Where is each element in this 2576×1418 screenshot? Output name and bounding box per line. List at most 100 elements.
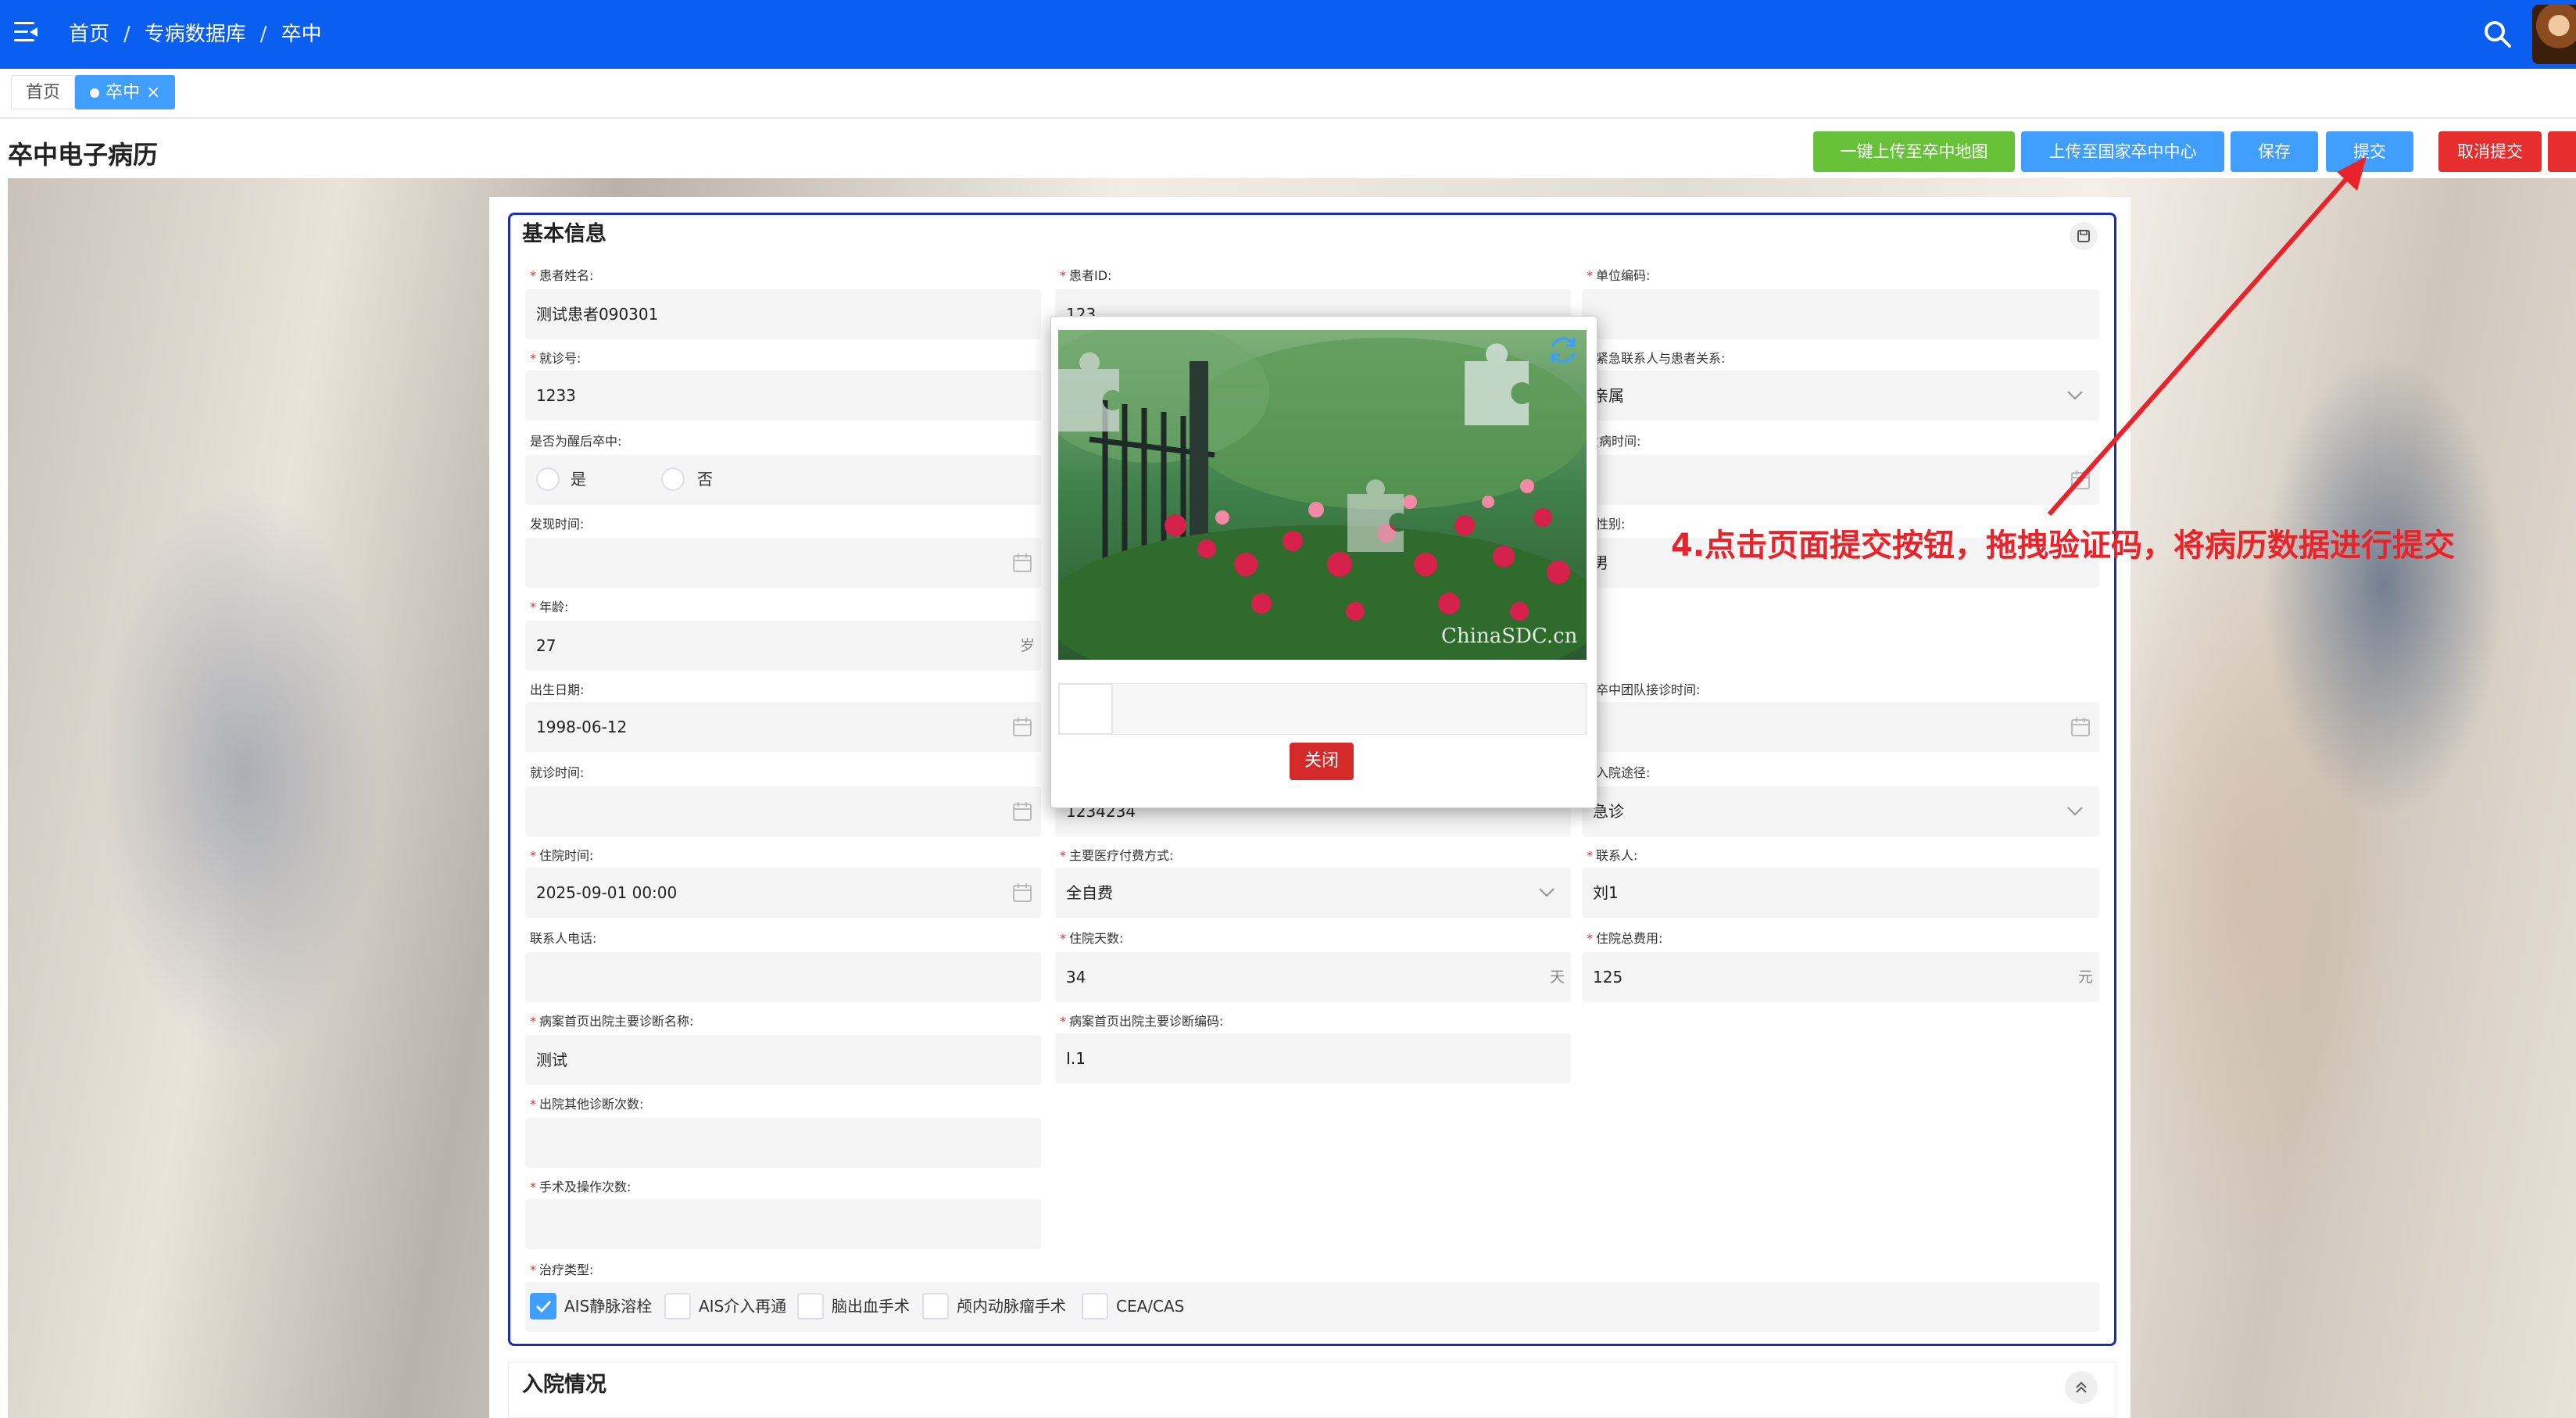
other-diagnosis-count-input[interactable] [525,1118,1041,1168]
field-label: * 单位编码: [1587,268,1651,283]
field-label: 出生日期: [530,682,585,697]
field-label: * 手术及操作次数: [530,1180,631,1194]
field-label: * 住院天数: [1060,931,1124,946]
calendar-icon [1013,718,1032,736]
upload-national-center-button[interactable]: 上传至国家卒中中心 [2021,131,2224,172]
field-label: * 病案首页出院主要诊断名称: [530,1014,694,1029]
admission-time-picker[interactable]: 2025-09-01 00:00 [525,868,1041,918]
checkbox-hemorrhage-surgery[interactable] [797,1293,824,1320]
checkbox-label: AIS静脉溶栓 [564,1297,653,1316]
breadcrumb-home[interactable]: 首页 [69,19,109,50]
checkbox-ais-recanalization[interactable] [664,1293,691,1320]
collapse-icon[interactable] [2065,1371,2098,1404]
calendar-icon [1013,553,1032,572]
field-label: 就诊时间: [530,765,585,780]
diagnosis-name-input[interactable]: 测试 [525,1035,1041,1085]
unit-suffix: 岁 [1019,637,1035,654]
unit-suffix: 元 [2077,969,2093,986]
close-button[interactable]: 关闭 [1290,743,1354,780]
menu-fold-icon[interactable] [14,22,38,42]
visit-number-input[interactable]: 1233 [525,371,1041,421]
section-title: 入院情况 [522,1373,606,1397]
checkbox-aneurysm-surgery[interactable] [922,1293,949,1320]
field-label: * 联系人: [1587,848,1638,863]
close-icon[interactable]: × [146,83,160,102]
upload-stroke-map-button[interactable]: 一键上传至卒中地图 [1813,131,2015,172]
tab-home[interactable]: 首页 [11,75,76,109]
calendar-icon [1013,802,1032,821]
unit-suffix: 天 [1549,969,1565,986]
more-button[interactable] [2548,131,2576,172]
contact-input[interactable]: 刘1 [1582,868,2099,918]
emergency-relation-select[interactable]: 亲属 [1582,371,2099,421]
unit-code-input[interactable] [1582,289,2099,339]
team-time-picker[interactable] [1582,702,2099,752]
field-label: * 主要医疗付费方式: [1060,848,1174,863]
checkbox-cea-cas[interactable] [1082,1293,1108,1320]
field-label: * 住院时间: [530,848,594,863]
captcha-slider-handle[interactable] [1058,683,1113,735]
contact-phone-input[interactable] [525,952,1041,1002]
annotation-text: 4.点击页面提交按钮，拖拽验证码，将病历数据进行提交 [1671,528,2456,564]
save-draft-icon[interactable] [2070,222,2098,250]
field-label: * 年龄: [530,600,569,614]
radio-label: 否 [697,470,713,489]
field-label: *紧急联系人与患者关系: [1587,351,1726,366]
checkbox-label: AIS介入再通 [699,1297,787,1316]
age-input[interactable]: 27 岁 [525,621,1041,671]
chevron-down-icon [2067,807,2083,816]
radio-no[interactable] [661,467,685,491]
calendar-icon [2071,471,2090,489]
save-button[interactable]: 保存 [2231,131,2318,172]
visit-time-picker[interactable] [525,786,1041,836]
breadcrumb-database[interactable]: 专病数据库 [145,19,246,50]
field-label: * 出院其他诊断次数: [530,1097,644,1112]
chevron-down-icon [2067,391,2083,400]
cancel-submit-button[interactable]: 取消提交 [2438,131,2542,172]
diagnosis-code-input[interactable]: I.1 [1055,1033,1571,1083]
breadcrumb-stroke: 卒中 [281,23,322,46]
radio-label: 是 [571,470,586,489]
calendar-icon [2071,718,2090,736]
page-title: 卒中电子病历 [8,140,159,170]
checkbox-label: 颅内动脉瘤手术 [957,1297,1066,1316]
captcha-image: ChinaSDC.cn [1058,330,1587,660]
stay-days-input[interactable]: 34 天 [1055,952,1571,1002]
field-label: * 病案首页出院主要诊断编码: [1060,1014,1224,1029]
payment-select[interactable]: 全自费 [1055,868,1571,918]
admission-section [508,1362,2116,1418]
field-label: 联系人电话: [530,931,597,946]
checkbox-ais-thrombolysis[interactable] [530,1293,556,1320]
tab-label: 卒中 [106,83,141,102]
field-label: * 患者姓名: [530,268,594,283]
checkbox-label: CEA/CAS [1116,1297,1185,1316]
field-label: * 就诊号: [530,351,581,366]
admission-route-select[interactable]: 急诊 [1582,786,2099,836]
tab-label: 首页 [26,83,61,102]
field-label: 发现时间: [530,517,585,532]
total-cost-input[interactable]: 125 元 [1582,952,2099,1002]
field-label: 是否为醒后卒中: [530,434,622,449]
radio-yes[interactable] [536,467,560,491]
birth-date-picker[interactable]: 1998-06-12 [525,702,1041,752]
captcha-slider-track[interactable] [1058,683,1587,735]
active-dot-icon [90,88,99,98]
chevron-down-icon [1539,888,1555,897]
checkbox-label: 脑出血手术 [832,1297,910,1316]
refresh-icon[interactable] [1544,331,1582,369]
tab-stroke[interactable]: 卒中 × [75,75,176,109]
breadcrumb-separator: / [123,23,131,46]
wake-stroke-radio-group [525,455,1041,505]
onset-time-picker[interactable] [1582,455,2099,505]
breadcrumb-separator: / [259,23,267,46]
calendar-icon [1013,883,1032,902]
patient-name-input[interactable]: 测试患者090301 [525,289,1041,339]
field-label: * 患者ID: [1060,268,1112,283]
search-icon[interactable] [2482,19,2513,50]
top-navbar: 首页 / 专病数据库 / 卒中 [0,0,2576,69]
found-time-picker[interactable] [525,538,1041,588]
submit-button[interactable]: 提交 [2326,131,2413,172]
field-label: * 住院总费用: [1587,931,1663,946]
avatar[interactable] [2532,5,2576,64]
surgery-count-input[interactable] [525,1199,1041,1249]
